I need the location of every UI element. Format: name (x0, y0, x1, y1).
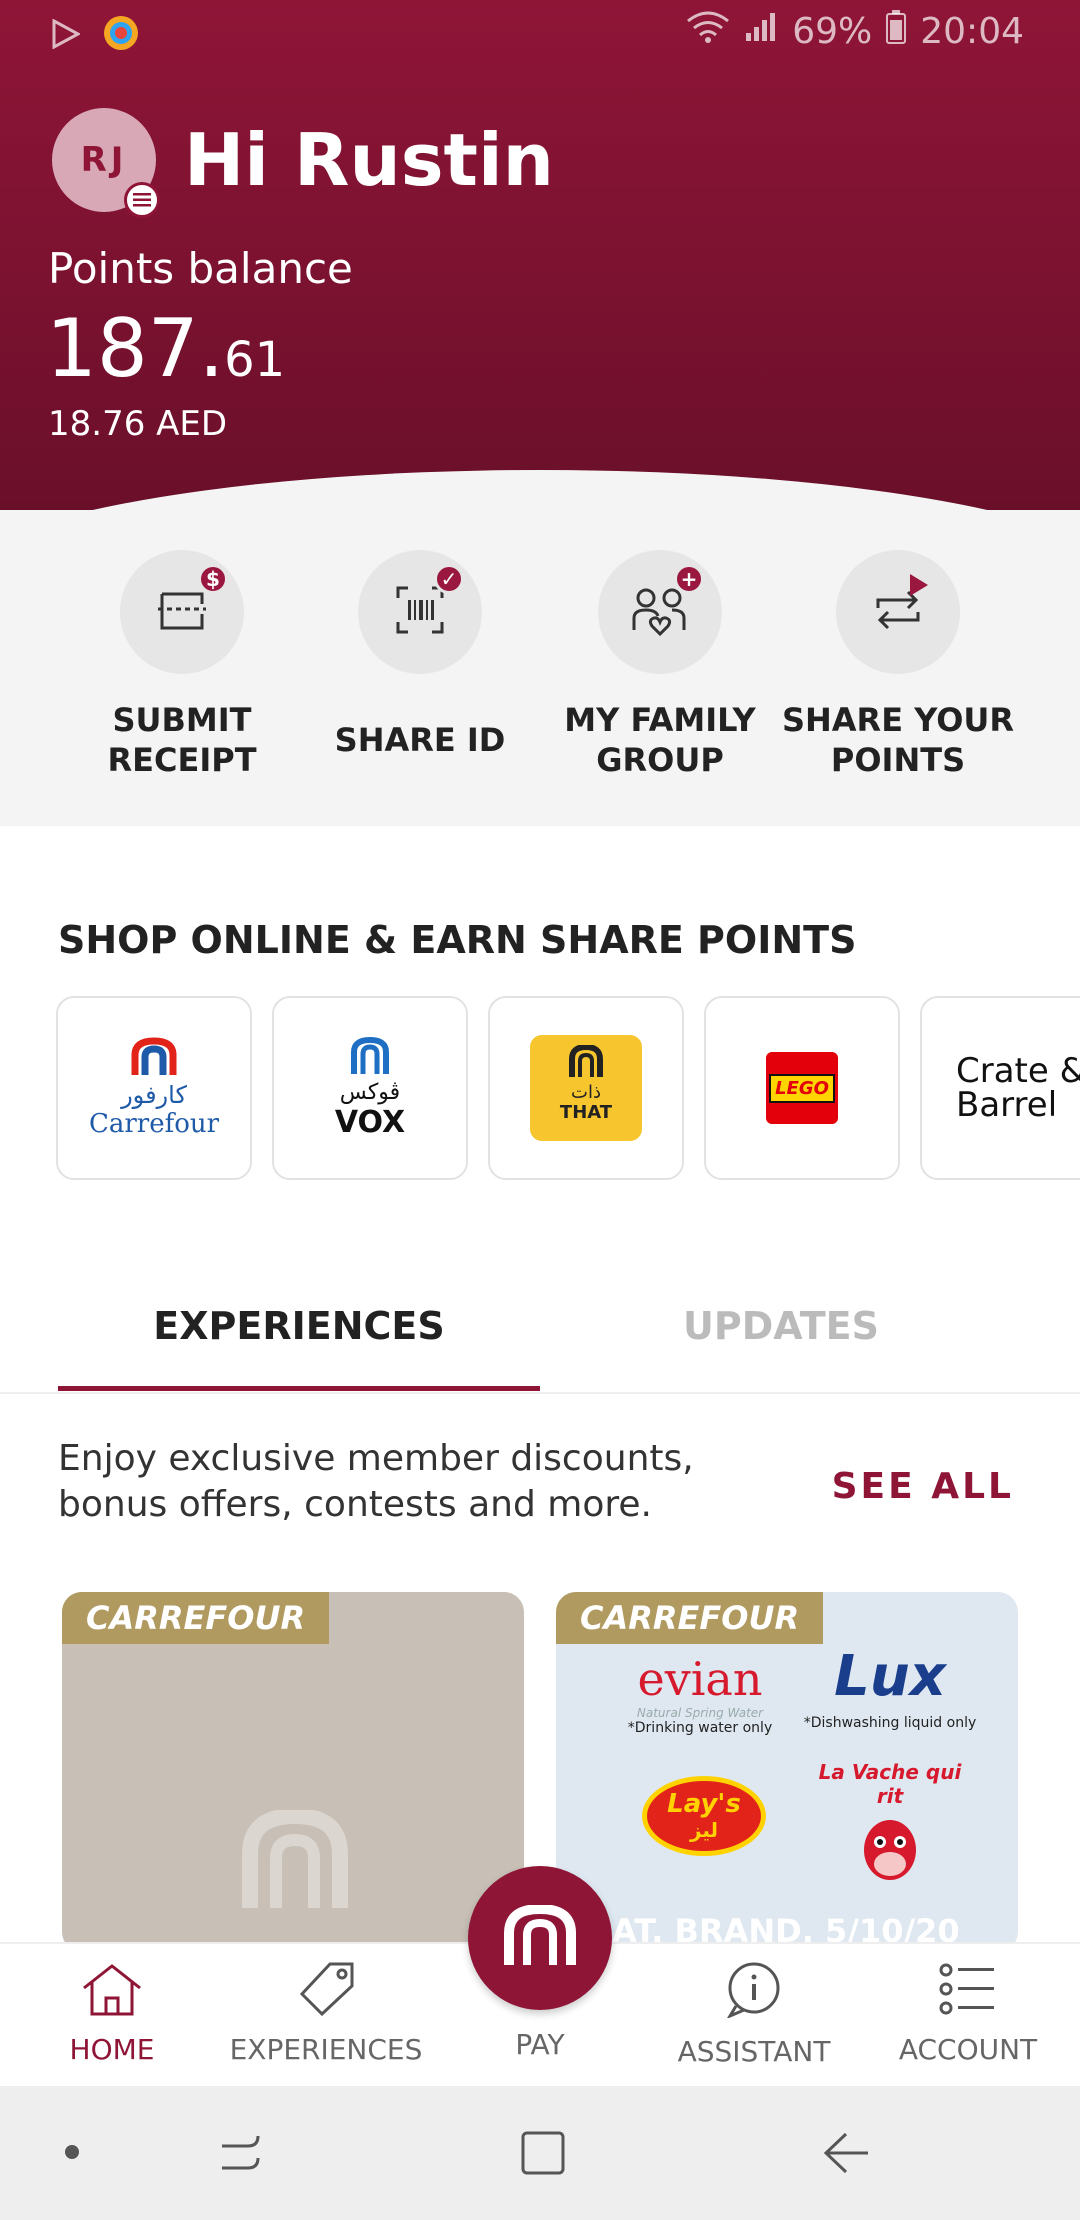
brand-that[interactable]: ذات THAT (488, 996, 684, 1180)
tab-indicator (58, 1386, 540, 1391)
see-all-link[interactable]: SEE ALL (832, 1466, 1014, 1507)
evian-logo: evian (637, 1652, 763, 1706)
card-tag: CARREFOUR (556, 1592, 824, 1644)
vox-logo-icon (348, 1036, 392, 1080)
brand-carousel[interactable]: كارفور Carrefour ڤوكس VOX ذات THAT LEGO … (56, 996, 1080, 1182)
header: 69% 20:04 RJ Hi Rustin Points balance 18… (0, 0, 1080, 510)
family-group-button[interactable]: + MY FAMILY GROUP (540, 550, 780, 780)
nav-account-label: ACCOUNT (898, 2033, 1038, 2066)
points-decimal: 61 (224, 332, 286, 388)
greeting: Hi Rustin (184, 118, 554, 202)
lays-logo: Lay's ليز (642, 1776, 766, 1856)
carrefour-arabic: كارفور (121, 1081, 187, 1109)
crate-barrel-name: Crate & Barrel (956, 1054, 1080, 1122)
that-arabic: ذات (571, 1082, 601, 1103)
tab-experiences[interactable]: EXPERIENCES (58, 1304, 540, 1348)
nav-account[interactable]: ACCOUNT (868, 1962, 1068, 2066)
play-store-icon (52, 17, 82, 58)
lego-name: LEGO (769, 1073, 835, 1103)
share-id-label: SHARE ID (334, 721, 506, 759)
points-aed: 18.76 AED (48, 404, 228, 444)
nav-experiences-label: EXPERIENCES (229, 2033, 423, 2066)
share-id-button[interactable]: ✓ SHARE ID (300, 550, 540, 780)
share-points-button[interactable]: SHARE YOUR POINTS (778, 550, 1018, 780)
brand-vox[interactable]: ڤوكس VOX (272, 996, 468, 1180)
browser-icon (102, 14, 140, 61)
shop-online-title: SHOP ONLINE & EARN SHARE POINTS (58, 918, 857, 962)
vox-arabic: ڤوكس (339, 1080, 401, 1105)
home-icon (80, 1964, 144, 2023)
wifi-icon (686, 11, 730, 52)
share-points-label: SHARE YOUR POINTS (781, 701, 1015, 779)
battery-icon (886, 10, 907, 53)
lavache-logo: La Vache qui rit (818, 1760, 962, 1808)
brand-carrefour[interactable]: كارفور Carrefour (56, 996, 252, 1180)
menu-icon[interactable] (124, 182, 160, 218)
arrow-badge-icon (908, 572, 930, 602)
nav-pay-label: PAY (515, 2028, 565, 2061)
nav-assistant[interactable]: ASSISTANT (654, 1962, 854, 2068)
points-value: 187.61 (46, 302, 285, 395)
that-logo-icon (566, 1043, 606, 1083)
tag-icon (296, 1962, 356, 2023)
points-label: Points balance (48, 244, 353, 293)
plus-badge-icon: + (674, 564, 704, 594)
pay-button[interactable] (468, 1866, 612, 2010)
nav-assistant-label: ASSISTANT (677, 2035, 831, 2068)
carrefour-name: Carrefour (88, 1109, 220, 1139)
brand-crate-barrel[interactable]: Crate & Barrel (920, 996, 1080, 1180)
card-tag: CARREFOUR (62, 1592, 330, 1644)
placeholder-logo-icon (240, 1807, 350, 1914)
brand-lego[interactable]: LEGO (704, 996, 900, 1180)
battery-percent: 69% (792, 11, 873, 52)
dot-icon (64, 2144, 80, 2164)
pay-logo-icon (503, 1903, 577, 1971)
submit-receipt-label: SUBMIT RECEIPT (107, 701, 257, 779)
tab-updates[interactable]: UPDATES (540, 1304, 1022, 1348)
check-badge-icon: ✓ (434, 564, 464, 594)
submit-receipt-button[interactable]: $ SUBMIT RECEIPT (62, 550, 302, 780)
nav-experiences[interactable]: EXPERIENCES (226, 1962, 426, 2066)
quick-actions: $ SUBMIT RECEIPT ✓ SHARE ID + MY FAMILY … (0, 510, 1080, 826)
experience-card[interactable]: evian Natural Spring Water *Drinking wat… (556, 1592, 1018, 1952)
vox-name: VOX (334, 1105, 406, 1140)
system-nav-bar (0, 2086, 1080, 2220)
info-icon (724, 1962, 784, 2025)
carrefour-logo-icon (129, 1037, 179, 1081)
nav-home-label: HOME (69, 2033, 155, 2066)
family-group-label: MY FAMILY GROUP (564, 701, 756, 779)
status-bar: 69% 20:04 (0, 0, 1080, 64)
lux-logo: Lux (834, 1644, 946, 1709)
home-system-icon[interactable] (520, 2130, 566, 2180)
clock: 20:04 (920, 11, 1024, 52)
experiences-description: Enjoy exclusive member discounts, bonus … (58, 1438, 694, 1525)
experience-card[interactable]: CARREFOUR (62, 1592, 524, 1952)
signal-icon (744, 11, 778, 52)
points-whole: 187. (46, 302, 225, 395)
recents-icon[interactable] (218, 2132, 264, 2176)
dollar-badge-icon: $ (198, 564, 228, 594)
nav-home[interactable]: HOME (12, 1962, 212, 2066)
that-name: THAT (559, 1102, 613, 1123)
list-icon (938, 1963, 998, 2023)
avatar-initials: RJ (80, 140, 128, 180)
cow-icon (850, 1820, 930, 1892)
back-icon[interactable] (822, 2130, 870, 2180)
